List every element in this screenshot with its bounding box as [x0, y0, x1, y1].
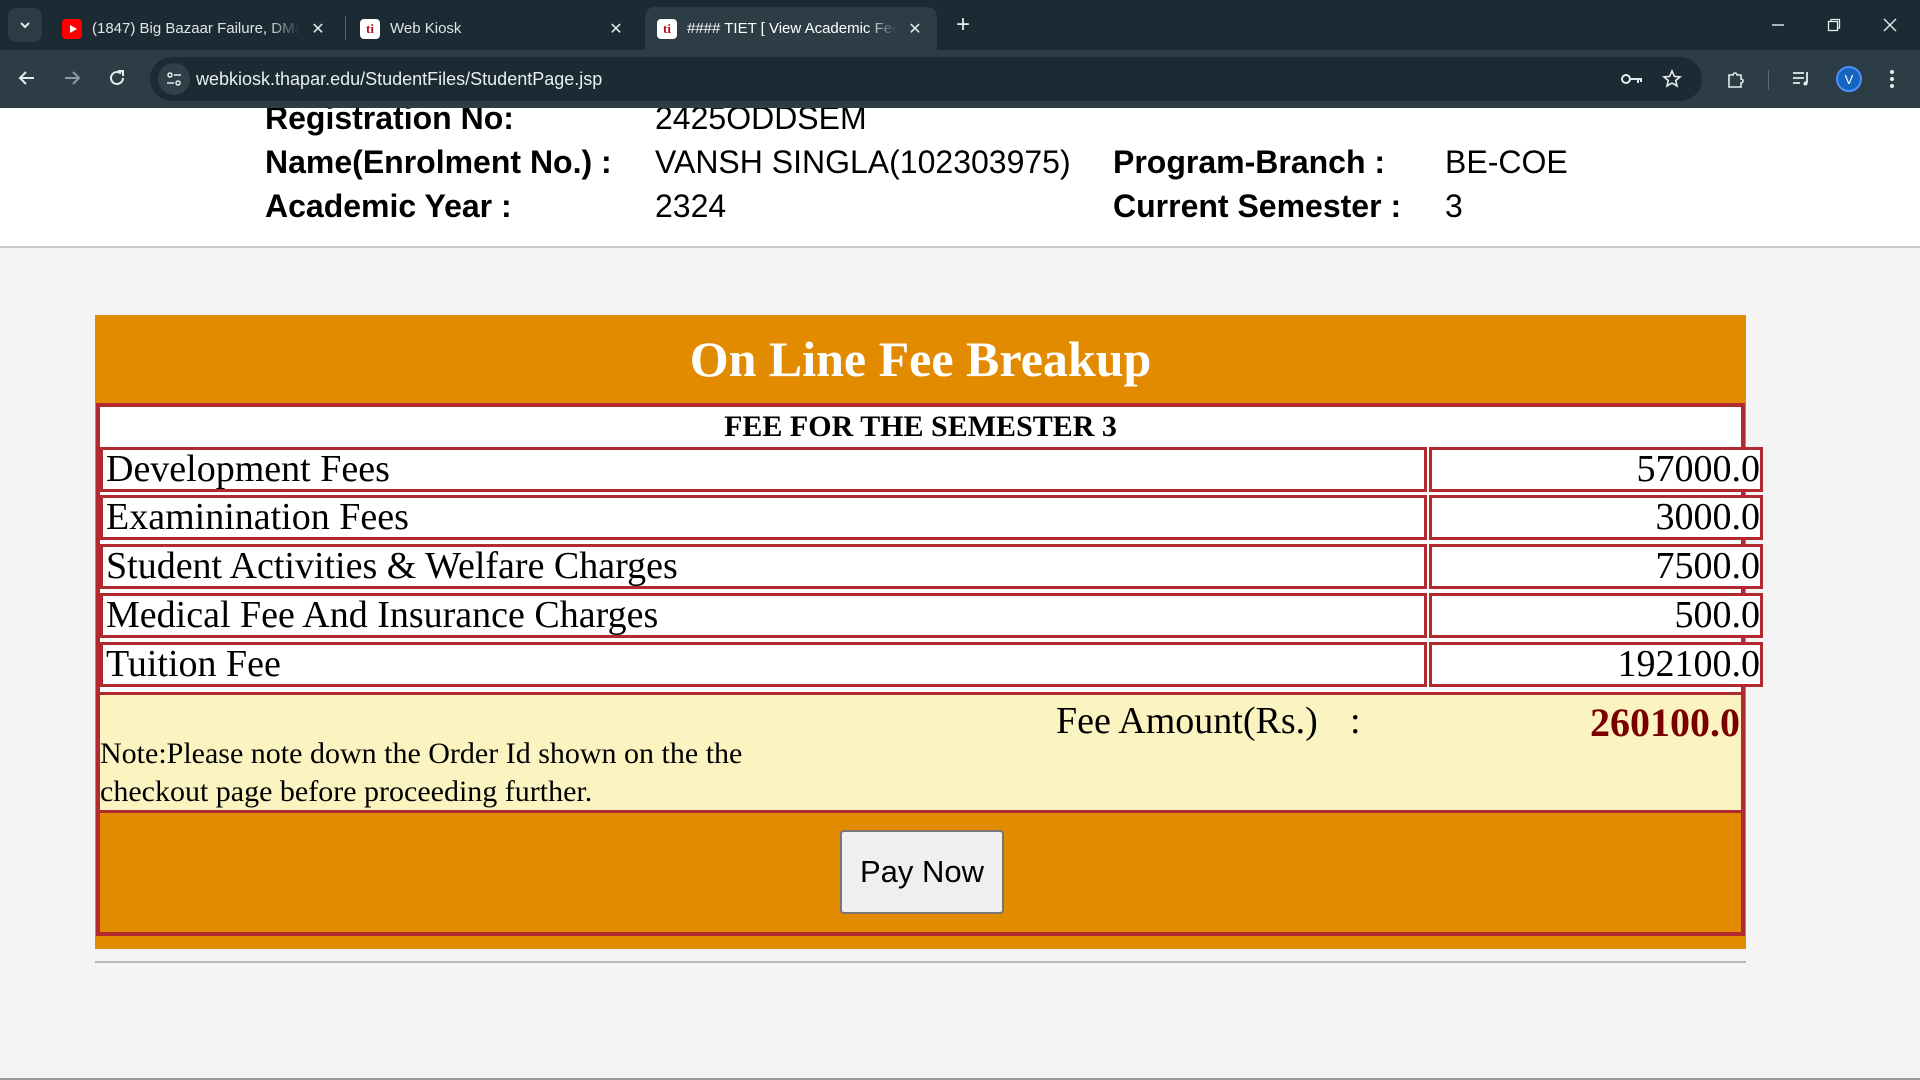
new-tab-button[interactable]: +	[948, 10, 978, 40]
site-info-button[interactable]	[158, 63, 190, 95]
reload-button[interactable]	[99, 60, 135, 96]
extensions-button[interactable]	[1720, 63, 1752, 95]
toolbar-divider	[1768, 70, 1769, 90]
fee-item-amount: 7500.0	[1429, 544, 1763, 589]
minimize-button[interactable]	[1750, 0, 1806, 50]
bookmark-button[interactable]	[1658, 65, 1686, 93]
program-label: Program-Branch :	[1113, 144, 1386, 180]
registration-label: Registration No:	[265, 108, 514, 136]
media-control-button[interactable]	[1786, 63, 1818, 95]
thapar-icon: ti	[657, 18, 677, 39]
close-icon[interactable]: ✕	[308, 19, 328, 39]
thapar-icon: ti	[360, 18, 380, 39]
chevron-down-icon	[18, 18, 32, 32]
arrow-left-icon	[18, 69, 36, 87]
table-row: Tuition Fee 192100.0	[100, 642, 1763, 687]
fee-item-name: Examinination Fees	[100, 495, 1427, 540]
table-row: Examinination Fees 3000.0	[100, 495, 1763, 540]
reload-icon	[108, 69, 126, 87]
profile-avatar[interactable]: V	[1836, 66, 1862, 92]
close-icon[interactable]: ✕	[606, 19, 626, 39]
fee-item-name: Student Activities & Welfare Charges	[100, 544, 1427, 589]
pay-now-button[interactable]: Pay Now	[840, 830, 1004, 914]
fee-amount-label: Fee Amount(Rs.)	[1056, 700, 1318, 742]
order-id-note: Note:Please note down the Order Id shown…	[100, 737, 743, 808]
fee-item-name: Tuition Fee	[100, 642, 1427, 687]
semester-title: FEE FOR THE SEMESTER 3	[100, 407, 1741, 447]
academic-year-label: Academic Year :	[265, 188, 512, 224]
divider	[95, 961, 1746, 963]
tab-separator	[345, 16, 346, 40]
arrow-right-icon	[63, 69, 81, 87]
fee-table: FEE FOR THE SEMESTER 3 Development Fees …	[96, 403, 1763, 936]
tab-title: (1847) Big Bazaar Failure, DMart	[92, 20, 300, 37]
name-value: VANSH SINGLA(102303975)	[655, 144, 1071, 180]
restore-icon	[1827, 18, 1841, 32]
close-window-button[interactable]	[1862, 0, 1918, 50]
fee-breakup-panel: On Line Fee Breakup FEE FOR THE SEMESTER…	[95, 315, 1763, 949]
close-icon[interactable]: ✕	[905, 19, 925, 39]
fee-amount-value: 260100.0	[1590, 700, 1740, 745]
table-row: Student Activities & Welfare Charges 750…	[100, 544, 1763, 589]
close-icon	[1883, 18, 1897, 32]
academic-year-value: 2324	[655, 188, 727, 224]
fee-item-amount: 57000.0	[1429, 447, 1763, 492]
playlist-icon	[1792, 70, 1812, 88]
fee-item-name: Development Fees	[100, 447, 1427, 492]
student-info-panel: Registration No: 2425ODDSEM Name(Enrolme…	[0, 108, 1920, 248]
program-value: BE-COE	[1445, 144, 1568, 180]
restore-button[interactable]	[1806, 0, 1862, 50]
key-icon	[1621, 72, 1643, 86]
address-bar[interactable]: webkiosk.thapar.edu/StudentFiles/Student…	[150, 57, 1702, 101]
fee-total-area: Fee Amount(Rs.) : 260100.0 Note:Please n…	[100, 692, 1741, 810]
browser-menu-button[interactable]	[1876, 63, 1908, 95]
fee-amount-colon: :	[1350, 700, 1361, 742]
youtube-icon	[62, 18, 82, 39]
tab-title: Web Kiosk	[390, 20, 462, 37]
more-vert-icon	[1889, 69, 1895, 89]
table-row: Development Fees 57000.0	[100, 447, 1763, 492]
tab-search-button[interactable]	[8, 8, 42, 42]
url-text[interactable]: webkiosk.thapar.edu/StudentFiles/Student…	[196, 69, 602, 90]
plus-icon: +	[955, 11, 970, 38]
browser-tabstrip: (1847) Big Bazaar Failure, DMart ✕ ti We…	[0, 0, 1920, 50]
fee-item-amount: 500.0	[1429, 593, 1763, 638]
current-semester-value: 3	[1445, 188, 1463, 224]
fee-item-amount: 3000.0	[1429, 495, 1763, 540]
puzzle-icon	[1726, 69, 1746, 89]
name-label: Name(Enrolment No.) :	[265, 144, 612, 180]
registration-value: 2425ODDSEM	[655, 108, 867, 136]
tab-academic-fee[interactable]: ti #### TIET [ View Academic Fee ✕	[645, 7, 937, 50]
forward-button[interactable]	[54, 60, 90, 96]
fee-breakup-heading: On Line Fee Breakup	[689, 331, 1152, 387]
browser-toolbar: webkiosk.thapar.edu/StudentFiles/Student…	[0, 50, 1920, 108]
page-content: Registration No: 2425ODDSEM Name(Enrolme…	[0, 108, 1920, 1080]
fee-item-amount: 192100.0	[1429, 642, 1763, 687]
table-row: Medical Fee And Insurance Charges 500.0	[100, 593, 1763, 638]
fee-item-name: Medical Fee And Insurance Charges	[100, 593, 1427, 638]
star-icon	[1662, 69, 1682, 89]
password-key-button[interactable]	[1618, 65, 1646, 93]
pay-area: Pay Now	[100, 810, 1741, 932]
tab-web-kiosk[interactable]: ti Web Kiosk ✕	[348, 7, 638, 50]
tab-youtube[interactable]: (1847) Big Bazaar Failure, DMart ✕	[50, 7, 340, 50]
back-button[interactable]	[9, 60, 45, 96]
current-semester-label: Current Semester :	[1113, 188, 1402, 224]
minimize-icon	[1771, 18, 1785, 32]
tune-icon	[166, 71, 182, 87]
tab-title: #### TIET [ View Academic Fee	[687, 20, 897, 37]
